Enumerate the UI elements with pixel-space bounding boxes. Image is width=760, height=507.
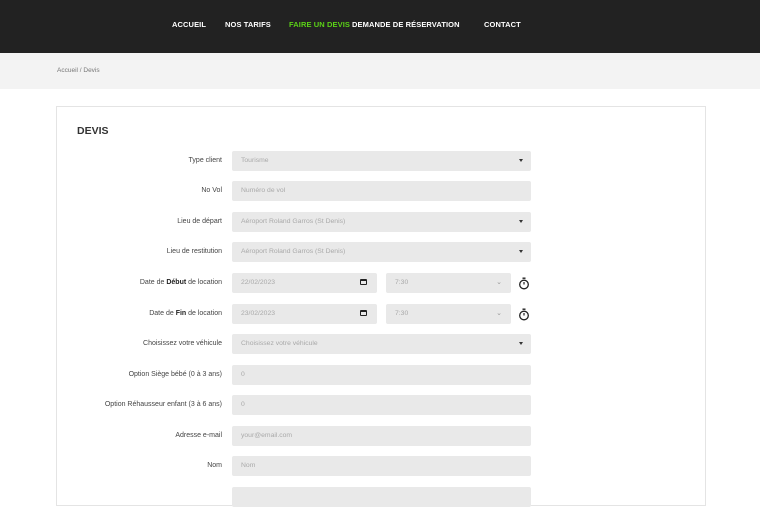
- lieu-restitution-select[interactable]: Aéroport Roland Garros (St Denis): [232, 242, 531, 262]
- row-no-vol: No Vol Numéro de vol: [57, 181, 707, 201]
- rehausseur-label: Option Réhausseur enfant (3 à 6 ans): [104, 401, 222, 408]
- row-vehicule: Choisissez votre véhicule Choisissez vot…: [57, 334, 707, 354]
- email-input[interactable]: your@email.com: [232, 426, 531, 446]
- heure-debut-value: 7:30: [395, 279, 409, 286]
- row-type-client: Type client Tourisme: [57, 151, 707, 171]
- calendar-icon[interactable]: [360, 310, 367, 316]
- caret-down-icon: [519, 250, 523, 253]
- breadcrumb-bar: Accueil / Devis: [0, 53, 760, 89]
- lieu-depart-label: Lieu de départ: [177, 218, 222, 225]
- breadcrumb: Accueil / Devis: [57, 67, 100, 74]
- chevron-down-icon: ⌄: [496, 310, 502, 317]
- next-input[interactable]: [232, 487, 531, 507]
- row-next-field: [57, 487, 707, 507]
- stopwatch-icon: [519, 308, 529, 321]
- vehicule-select[interactable]: Choisissez votre véhicule: [232, 334, 531, 354]
- siege-bebe-label: Option Siège bébé (0 à 3 ans): [128, 371, 222, 378]
- nav-item-contact[interactable]: CONTACT: [484, 20, 521, 29]
- heure-fin-value: 7:30: [395, 310, 409, 317]
- stopwatch-icon: [519, 277, 529, 290]
- row-nom: Nom Nom: [57, 456, 707, 476]
- rehausseur-input[interactable]: 0: [232, 395, 531, 415]
- heure-fin-select[interactable]: 7:30 ⌄: [386, 304, 511, 324]
- type-client-value: Tourisme: [241, 157, 269, 164]
- date-fin-input[interactable]: 23/02/2023: [232, 304, 377, 324]
- nom-label: Nom: [207, 462, 222, 469]
- row-siege-bebe: Option Siège bébé (0 à 3 ans) 0: [57, 365, 707, 385]
- heure-debut-select[interactable]: 7:30 ⌄: [386, 273, 511, 293]
- row-date-fin: Date de Fin de location 23/02/2023 7:30 …: [57, 304, 707, 324]
- siege-bebe-input[interactable]: 0: [232, 365, 531, 385]
- type-client-label: Type client: [188, 157, 222, 164]
- lieu-depart-value: Aéroport Roland Garros (St Denis): [241, 218, 346, 225]
- row-date-debut: Date de Début de location 22/02/2023 7:3…: [57, 273, 707, 293]
- lieu-restitution-label: Lieu de restitution: [166, 248, 222, 255]
- nav-item-accueil[interactable]: ACCUEIL: [172, 20, 206, 29]
- lieu-restitution-value: Aéroport Roland Garros (St Denis): [241, 248, 346, 255]
- row-lieu-restitution: Lieu de restitution Aéroport Roland Garr…: [57, 242, 707, 262]
- nom-input[interactable]: Nom: [232, 456, 531, 476]
- devis-form-card: DEVIS Type client Tourisme No Vol Numéro…: [56, 106, 707, 507]
- no-vol-label: No Vol: [201, 187, 222, 194]
- caret-down-icon: [519, 159, 523, 162]
- chevron-down-icon: ⌄: [496, 279, 502, 286]
- main-menu: ACCUEIL NOS TARIFS FAIRE UN DEVIS DEMAND…: [0, 20, 760, 34]
- top-navigation-bar: ACCUEIL NOS TARIFS FAIRE UN DEVIS DEMAND…: [0, 0, 760, 53]
- nav-item-faire-un-devis[interactable]: FAIRE UN DEVIS: [289, 20, 350, 29]
- vehicule-value: Choisissez votre véhicule: [241, 340, 318, 347]
- rehausseur-value: 0: [241, 401, 245, 408]
- caret-down-icon: [519, 220, 523, 223]
- date-debut-label: Date de Début de location: [139, 279, 222, 286]
- form-title: DEVIS: [77, 125, 109, 137]
- no-vol-input[interactable]: Numéro de vol: [232, 181, 531, 201]
- nom-placeholder: Nom: [241, 462, 256, 469]
- caret-down-icon: [519, 342, 523, 345]
- date-debut-value: 22/02/2023: [241, 279, 276, 286]
- siege-bebe-value: 0: [241, 371, 245, 378]
- row-lieu-depart: Lieu de départ Aéroport Roland Garros (S…: [57, 212, 707, 232]
- lieu-depart-select[interactable]: Aéroport Roland Garros (St Denis): [232, 212, 531, 232]
- nav-item-nos-tarifs[interactable]: NOS TARIFS: [225, 20, 271, 29]
- email-placeholder: your@email.com: [241, 432, 293, 439]
- vehicule-label: Choisissez votre véhicule: [143, 340, 222, 347]
- nav-item-demande-de-reservation[interactable]: DEMANDE DE RÉSERVATION: [352, 20, 460, 29]
- type-client-select[interactable]: Tourisme: [232, 151, 531, 171]
- date-fin-label: Date de Fin de location: [149, 310, 222, 317]
- date-debut-input[interactable]: 22/02/2023: [232, 273, 377, 293]
- row-email: Adresse e-mail your@email.com: [57, 426, 707, 446]
- calendar-icon[interactable]: [360, 279, 367, 285]
- email-label: Adresse e-mail: [175, 432, 222, 439]
- no-vol-placeholder: Numéro de vol: [241, 187, 286, 194]
- row-rehausseur: Option Réhausseur enfant (3 à 6 ans) 0: [57, 395, 707, 415]
- date-fin-value: 23/02/2023: [241, 310, 276, 317]
